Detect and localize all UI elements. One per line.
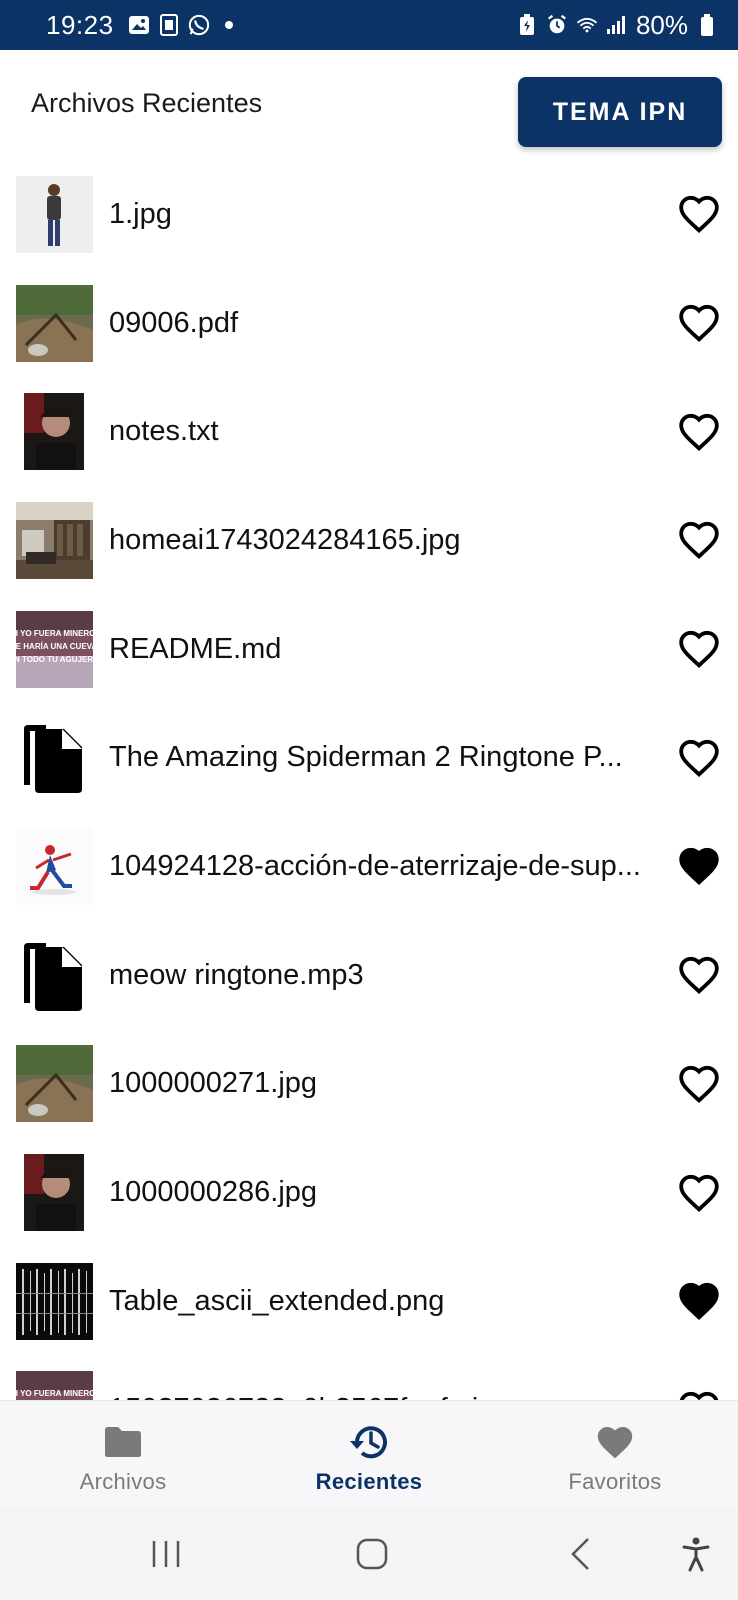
svg-text:SI YO FUERA MINERO,: SI YO FUERA MINERO, — [16, 629, 93, 638]
battery-saver-icon — [516, 14, 538, 36]
file-name: 1.jpg — [109, 197, 172, 230]
file-thumbnail — [16, 393, 93, 471]
file-list-item[interactable]: meow ringtone.mp3 — [0, 921, 738, 1030]
file-thumbnail — [16, 1262, 93, 1340]
file-name: README.md — [109, 632, 282, 665]
file-thumbnail — [16, 827, 93, 905]
nav-item-recientes[interactable]: Recientes — [246, 1401, 492, 1508]
header: Archivos Recientes TEMA IPN — [0, 50, 738, 160]
file-name: 1000000286.jpg — [109, 1176, 318, 1209]
file-list-item[interactable]: Table_ascii_extended.png — [0, 1247, 738, 1356]
file-name: 104924128-acción-de-aterrizaje-de-sup... — [109, 849, 641, 882]
file-name: 15027026722_0b2567feefo.jpg — [109, 1393, 659, 1400]
nav-label-archivos: Archivos — [79, 1469, 167, 1494]
file-thumbnail — [16, 1045, 93, 1123]
heart-outline-icon[interactable] — [675, 408, 723, 456]
heart-outline-icon[interactable] — [675, 1386, 723, 1400]
alarm-icon — [546, 14, 568, 36]
app-icon — [158, 14, 180, 36]
file-name: Table_ascii_extended.png — [109, 1284, 445, 1317]
recents-apps-button[interactable] — [146, 1534, 186, 1574]
file-thumbnail: SI YO FUERA MINERO,TE HARÍA UNA CUEVAEN … — [16, 1371, 93, 1400]
accessibility-button[interactable] — [676, 1534, 716, 1574]
gallery-icon — [128, 14, 150, 36]
svg-text:SI YO FUERA MINERO,: SI YO FUERA MINERO, — [16, 1389, 93, 1398]
svg-text:EN TODO TU AGUJERO: EN TODO TU AGUJERO — [16, 655, 93, 664]
file-name: homeai1743024284165.jpg — [109, 523, 461, 556]
dot-icon — [218, 14, 240, 36]
file-list-item[interactable]: The Amazing Spiderman 2 Ringtone P... — [0, 703, 738, 812]
status-bar: 19:23 80% — [0, 0, 738, 50]
heart-outline-icon[interactable] — [675, 190, 723, 238]
heart-outline-icon[interactable] — [675, 299, 723, 347]
heart-outline-icon[interactable] — [675, 1060, 723, 1108]
heart-filled-icon[interactable] — [675, 1277, 723, 1325]
bottom-navigation: Archivos Recientes Favoritos — [0, 1400, 738, 1508]
whatsapp-icon — [188, 14, 210, 36]
heart-outline-icon[interactable] — [675, 516, 723, 564]
heart-outline-icon[interactable] — [675, 1169, 723, 1217]
nav-item-archivos[interactable]: Archivos — [0, 1401, 246, 1508]
page-title: Archivos Recientes — [31, 88, 263, 118]
battery-icon — [696, 14, 718, 36]
status-time: 19:23 — [46, 9, 114, 40]
file-list-item[interactable]: homeai1743024284165.jpg — [0, 486, 738, 595]
file-list-item[interactable]: SI YO FUERA MINERO, TE HARÍA UNA CUEVA EN … — [0, 595, 738, 704]
file-name: 09006.pdf — [109, 306, 239, 339]
battery-percentage: 80% — [635, 9, 688, 40]
status-notification-icons — [128, 14, 240, 36]
nav-label-favoritos: Favoritos — [568, 1469, 662, 1494]
signal-icon — [606, 14, 628, 36]
nav-item-favoritos[interactable]: Favoritos — [492, 1401, 738, 1508]
recent-files-list[interactable]: 1.jpg 09006.pdf notes.txt homeai17430242841… — [0, 160, 738, 1400]
home-button[interactable] — [352, 1534, 392, 1574]
file-name: meow ringtone.mp3 — [109, 958, 364, 991]
file-list-item[interactable]: 1000000271.jpg — [0, 1030, 738, 1139]
back-button[interactable] — [562, 1534, 598, 1574]
file-list-item[interactable]: 104924128-acción-de-aterrizaje-de-sup... — [0, 812, 738, 921]
theme-ipn-button[interactable]: TEMA IPN — [518, 77, 722, 147]
file-list-item[interactable]: 1000000286.jpg — [0, 1138, 738, 1247]
history-icon — [348, 1421, 390, 1463]
heart-filled-icon[interactable] — [675, 842, 723, 890]
file-thumbnail: SI YO FUERA MINERO, TE HARÍA UNA CUEVA EN … — [16, 610, 93, 688]
wifi-icon — [576, 14, 598, 36]
file-list-item[interactable]: 1.jpg — [0, 160, 738, 269]
file-list-item[interactable]: 09006.pdf — [0, 269, 738, 378]
file-name: 1000000271.jpg — [109, 1067, 318, 1100]
file-icon — [16, 719, 93, 796]
file-name: notes.txt — [109, 415, 219, 448]
system-navigation-bar — [0, 1508, 738, 1600]
file-name: The Amazing Spiderman 2 Ringtone P... — [109, 741, 623, 774]
file-thumbnail — [16, 284, 93, 362]
heart-icon — [594, 1421, 636, 1463]
file-thumbnail — [16, 1154, 93, 1232]
nav-label-recientes: Recientes — [315, 1469, 423, 1494]
file-list-item[interactable]: notes.txt — [0, 377, 738, 486]
heart-outline-icon[interactable] — [675, 625, 723, 673]
file-icon — [16, 937, 93, 1014]
heart-outline-icon[interactable] — [675, 734, 723, 782]
file-thumbnail — [16, 501, 93, 579]
file-thumbnail — [16, 175, 93, 253]
status-system-icons: 80% — [516, 10, 718, 41]
file-list-item[interactable]: SI YO FUERA MINERO,TE HARÍA UNA CUEVAEN … — [0, 1356, 738, 1400]
folder-icon — [102, 1421, 144, 1463]
heart-outline-icon[interactable] — [675, 951, 723, 999]
svg-text:TE HARÍA UNA CUEVA: TE HARÍA UNA CUEVA — [16, 642, 93, 651]
